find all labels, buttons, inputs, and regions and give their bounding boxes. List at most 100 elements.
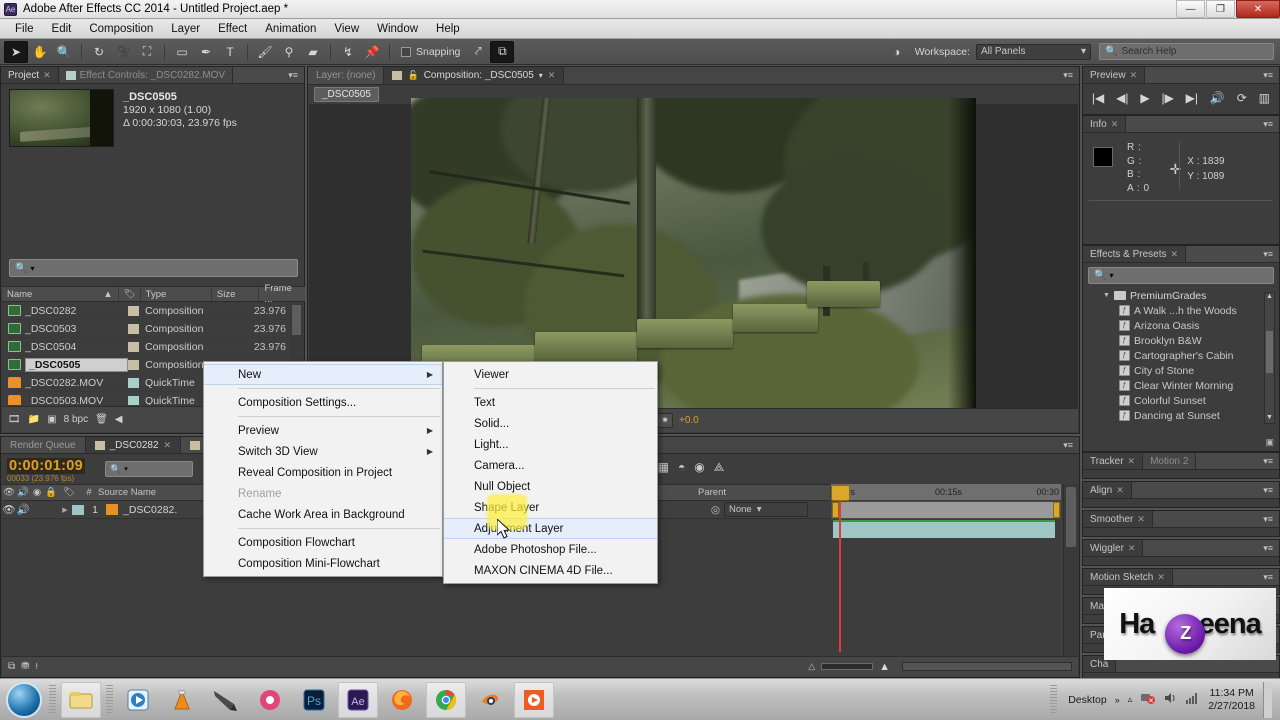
close-icon[interactable]: ✕ xyxy=(43,70,51,81)
chevron-down-icon[interactable]: ▾ xyxy=(539,71,543,80)
layer-label-color[interactable] xyxy=(72,504,84,515)
timeline-layer-clip-bar[interactable] xyxy=(833,520,1055,538)
work-area-end-handle[interactable] xyxy=(1053,502,1060,518)
tab-motion-sketch[interactable]: Motion Sketch ✕ xyxy=(1083,569,1173,585)
next-frame-icon[interactable]: |▶ xyxy=(1161,91,1173,105)
anchor-point-icon[interactable]: ⧉ xyxy=(490,40,515,63)
tab-preview[interactable]: Preview ✕ xyxy=(1083,67,1146,83)
parent-pickwhip-icon[interactable]: ◎ xyxy=(711,504,720,516)
clock[interactable]: 11:34 PM 2/27/2018 xyxy=(1208,687,1255,713)
paint-net-icon[interactable] xyxy=(250,682,290,718)
list-item[interactable]: ƒ Dancing at Sunset xyxy=(1089,408,1279,423)
timeline-work-area-bar[interactable] xyxy=(831,501,1061,519)
clone-stamp-tool-icon[interactable]: ⚲ xyxy=(277,41,301,63)
close-icon[interactable]: ✕ xyxy=(1137,514,1145,525)
tracker-panel-menu-button[interactable]: ▾≡ xyxy=(1257,453,1279,469)
tab-composition[interactable]: 🔓 Composition: _DSC0505 ▾ ✕ xyxy=(384,67,565,84)
submenu-item-shape-layer[interactable]: Shape Layer xyxy=(444,497,657,518)
column-name[interactable]: Name ▲ xyxy=(2,287,119,301)
zoom-out-icon[interactable]: △ xyxy=(808,661,815,672)
lock-icon[interactable]: 🔒 xyxy=(44,487,58,498)
explorer-icon[interactable] xyxy=(61,681,101,718)
layer-parent-select[interactable]: None ▾ xyxy=(724,502,808,517)
media-player-icon[interactable] xyxy=(118,682,158,718)
start-orb-icon[interactable] xyxy=(6,681,42,718)
tab-wiggler[interactable]: Wiggler ✕ xyxy=(1083,540,1144,556)
search-help-input[interactable]: 🔍 Search Help xyxy=(1099,43,1274,60)
menu-animation[interactable]: Animation xyxy=(256,21,325,37)
close-icon[interactable]: ✕ xyxy=(1130,70,1138,81)
submenu-item-cinema-4d-file[interactable]: MAXON CINEMA 4D File... xyxy=(444,560,657,581)
tab-align[interactable]: Align ✕ xyxy=(1083,482,1132,498)
preview-panel-menu-button[interactable]: ▾≡ xyxy=(1257,67,1279,83)
context-menu-item-reveal-composition[interactable]: Reveal Composition in Project xyxy=(204,462,442,483)
submenu-item-adjustment-layer[interactable]: Adjustment Layer xyxy=(444,518,657,539)
column-frame-rate[interactable]: Frame ... xyxy=(259,283,305,305)
timeline-zoom-slider[interactable] xyxy=(821,663,874,670)
menu-layer[interactable]: Layer xyxy=(162,21,209,37)
bit-depth-label[interactable]: 8 bpc xyxy=(64,414,88,425)
solo-icon[interactable]: ◉ xyxy=(30,487,44,498)
timeline-vertical-scrollbar[interactable] xyxy=(1063,484,1078,656)
close-icon[interactable]: ✕ xyxy=(164,440,172,451)
delete-icon[interactable]: 🗑 xyxy=(95,414,108,425)
audio-icon[interactable]: 🔊 xyxy=(16,487,30,498)
effects-scrollbar-thumb[interactable] xyxy=(1266,331,1273,373)
camera-tool-icon[interactable]: 🎥 xyxy=(111,41,135,63)
new-animation-preset-icon[interactable]: ▣ xyxy=(1265,437,1274,448)
lock-icon[interactable]: 🔓 xyxy=(407,70,418,81)
show-desktop-button[interactable] xyxy=(1263,681,1272,718)
layer-audio-toggle[interactable]: 🔊 xyxy=(16,503,30,516)
layer-expand-arrow-icon[interactable]: ▶ xyxy=(58,506,72,514)
tab-effect-controls[interactable]: Effect Controls: _DSC0282.MOV xyxy=(58,67,234,83)
brainstorm-icon[interactable]: ⟁ xyxy=(714,460,725,475)
effects-scrollbar[interactable]: ▲ ▼ xyxy=(1264,292,1275,424)
volume-icon[interactable] xyxy=(1163,691,1177,708)
layer-visibility-toggle[interactable]: 👁 xyxy=(2,503,16,516)
submenu-item-camera[interactable]: Camera... xyxy=(444,455,657,476)
context-submenu-new[interactable]: Viewer Text Solid... Light... Camera... … xyxy=(443,361,658,584)
photoshop-icon[interactable]: Ps xyxy=(294,682,334,718)
column-type[interactable]: Type xyxy=(141,287,212,301)
close-icon[interactable]: ✕ xyxy=(1157,572,1165,583)
table-row[interactable]: _DSC0503 Composition 23.976 xyxy=(2,320,292,338)
chevron-down-icon[interactable]: ▼ xyxy=(1103,292,1110,299)
time-indicator-line[interactable] xyxy=(839,484,841,652)
toggle-switches-modes-icon[interactable]: ⧉ xyxy=(8,661,15,672)
composition-breadcrumb-tab[interactable]: _DSC0505 xyxy=(314,87,379,102)
context-menu[interactable]: New ▶ Composition Settings... Preview ▶ … xyxy=(203,361,443,577)
first-frame-icon[interactable]: |◀ xyxy=(1092,91,1104,105)
effects-group-row[interactable]: ▼ PremiumGrades xyxy=(1089,288,1279,303)
close-icon[interactable]: ✕ xyxy=(1128,543,1136,554)
timeline-panel-menu-button[interactable]: ▾≡ xyxy=(1057,437,1079,453)
list-item[interactable]: ƒ Brooklyn B&W xyxy=(1089,333,1279,348)
shy-layers-icon[interactable]: ◓ xyxy=(678,460,685,475)
submenu-item-solid[interactable]: Solid... xyxy=(444,413,657,434)
tab-motion-2[interactable]: Motion 2 xyxy=(1143,453,1197,469)
interpret-footage-icon[interactable]: 🎞 xyxy=(8,414,21,425)
timeline-scrollbar-thumb[interactable] xyxy=(1066,487,1076,547)
submenu-item-null-object[interactable]: Null Object xyxy=(444,476,657,497)
context-menu-item-composition-mini-flowchart[interactable]: Composition Mini-Flowchart xyxy=(204,553,442,574)
timeline-ruler[interactable]: 0:00s 00:15s 00:30 xyxy=(831,484,1061,501)
close-icon[interactable]: ✕ xyxy=(548,70,556,81)
effects-search-input[interactable]: 🔍 ▾ xyxy=(1088,267,1274,284)
network-signal-icon[interactable] xyxy=(1185,691,1200,708)
context-menu-item-new[interactable]: New ▶ xyxy=(204,364,442,385)
close-icon[interactable]: ✕ xyxy=(1171,249,1179,260)
table-row[interactable]: _DSC0282 Composition 23.976 xyxy=(2,302,292,320)
menu-edit[interactable]: Edit xyxy=(43,21,81,37)
snapping-magnet-icon[interactable]: ⤤ xyxy=(466,41,490,63)
tab-layer[interactable]: Layer: (none) xyxy=(308,67,385,84)
tray-expand-icon[interactable]: ▵ xyxy=(1128,694,1133,705)
menu-file[interactable]: File xyxy=(6,21,43,37)
effects-list[interactable]: ▼ PremiumGrades ƒ A Walk ...h the Woods … xyxy=(1083,288,1279,428)
puppet-pin-tool-icon[interactable]: 📌 xyxy=(360,41,384,63)
collapse-icon[interactable]: ◀ xyxy=(115,414,123,425)
context-menu-item-composition-settings[interactable]: Composition Settings... xyxy=(204,392,442,413)
context-menu-item-cache-work-area[interactable]: Cache Work Area in Background xyxy=(204,504,442,525)
ram-preview-icon[interactable]: ▥ xyxy=(1259,91,1270,105)
show-hidden-icons-icon[interactable]: » xyxy=(1115,695,1120,705)
info-panel-menu-button[interactable]: ▾≡ xyxy=(1257,116,1279,132)
tab-info[interactable]: Info ✕ xyxy=(1083,116,1127,132)
